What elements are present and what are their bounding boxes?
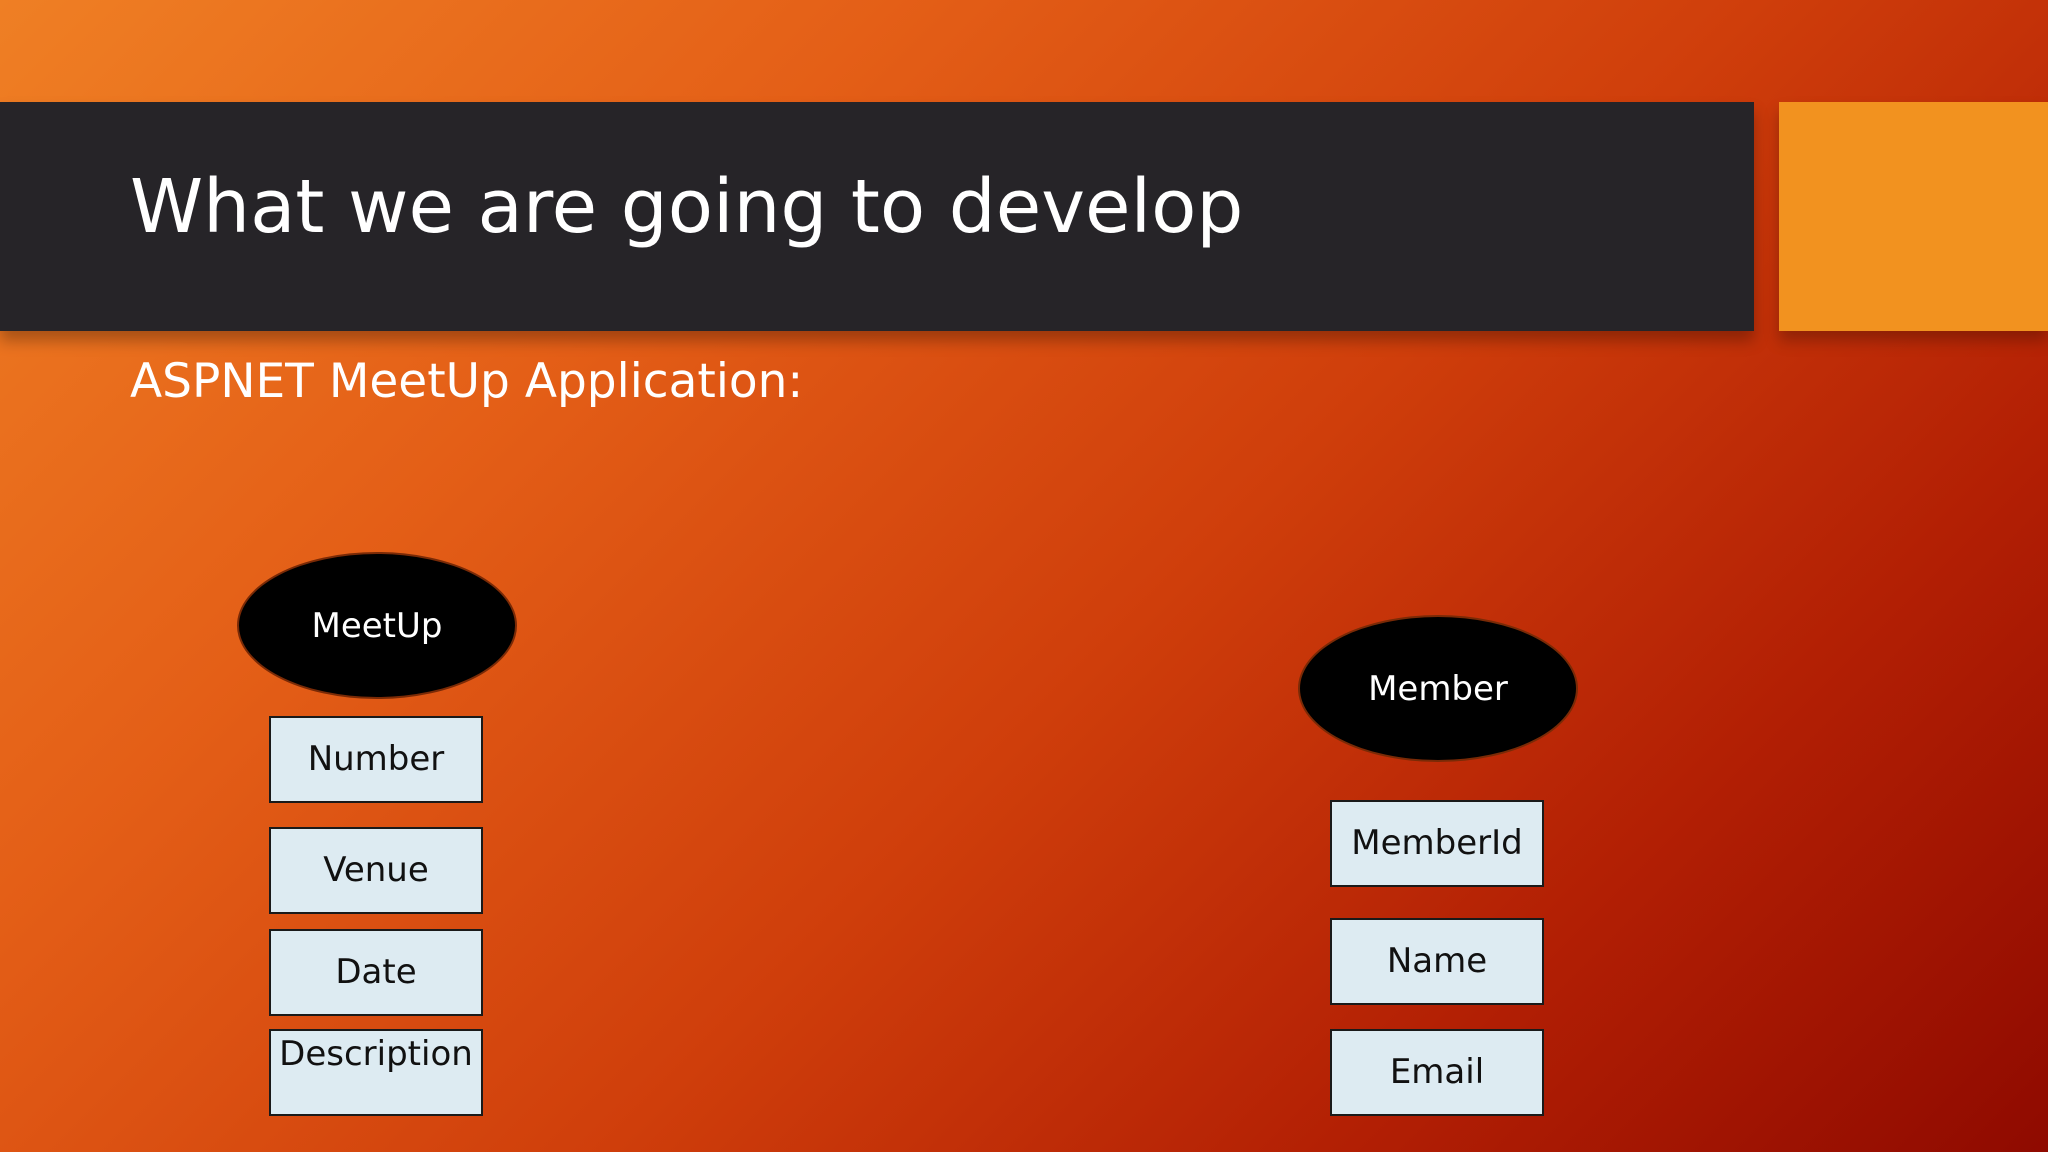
slide: What we are going to develop ASPNET Meet… — [0, 0, 2048, 1152]
attribute-date: Date — [269, 929, 483, 1016]
attribute-name: Name — [1330, 918, 1544, 1005]
slide-title: What we are going to develop — [130, 164, 1244, 250]
attribute-memberid: MemberId — [1330, 800, 1544, 887]
attribute-description: Description — [269, 1029, 483, 1116]
attribute-number: Number — [269, 716, 483, 803]
entity-member: Member — [1298, 615, 1578, 762]
attribute-venue: Venue — [269, 827, 483, 914]
slide-subtitle: ASPNET MeetUp Application: — [130, 354, 804, 409]
attribute-email: Email — [1330, 1029, 1544, 1116]
entity-meetup: MeetUp — [237, 552, 517, 699]
accent-square — [1779, 102, 2048, 331]
